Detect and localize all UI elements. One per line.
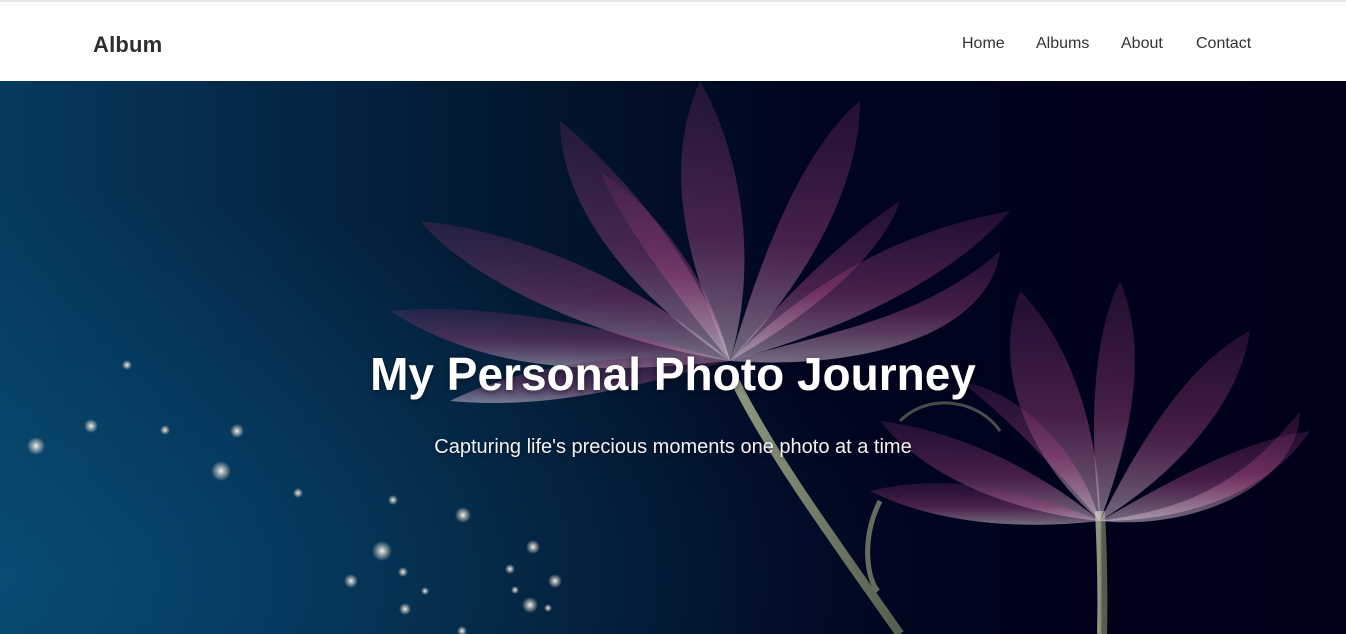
hero-section: My Personal Photo Journey Capturing life…: [0, 81, 1346, 634]
nav-link-contact[interactable]: Contact: [1196, 35, 1251, 53]
nav-link-about[interactable]: About: [1121, 35, 1163, 53]
hero-subtitle: Capturing life's precious moments one ph…: [434, 436, 912, 458]
nav-link-home[interactable]: Home: [962, 35, 1005, 53]
nav-menu: Home Albums About Contact: [0, 35, 1346, 57]
nav-link-albums[interactable]: Albums: [1036, 35, 1089, 53]
hero-title: My Personal Photo Journey: [370, 348, 976, 400]
navbar: Album Home Albums About Contact: [0, 0, 1346, 81]
